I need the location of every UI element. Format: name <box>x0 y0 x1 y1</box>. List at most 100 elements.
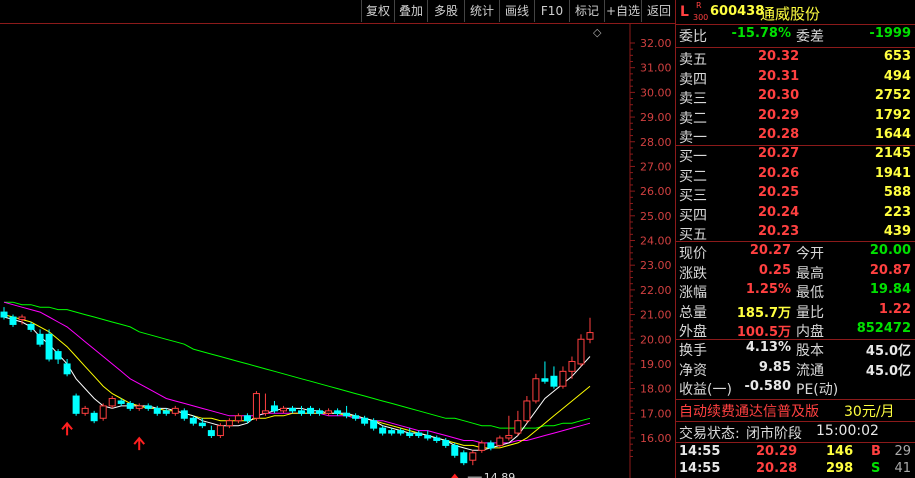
fund-label: PE(动) <box>796 382 839 399</box>
fund-value: 4.13% <box>745 340 791 355</box>
candle-body <box>307 407 315 414</box>
multi-stock-button[interactable]: 多股 <box>427 0 464 22</box>
y-tick-label: 29.00 <box>640 111 672 124</box>
diff-label: 委差 <box>796 29 824 45</box>
bid-row[interactable]: 买三 20.25 588 <box>676 185 915 205</box>
statistics-button[interactable]: 统计 <box>464 0 499 22</box>
quote-label: 最高 <box>796 265 824 282</box>
candle-body <box>433 437 441 441</box>
candle-body <box>90 412 98 422</box>
ask-volume: 494 <box>883 68 911 84</box>
candle-body <box>469 452 477 461</box>
ask-row[interactable]: 卖四 20.31 494 <box>676 69 915 89</box>
quote-row: 涨幅 1.25% 最低 19.84 <box>676 282 915 302</box>
candle-body <box>126 402 134 409</box>
candle-body <box>568 360 576 372</box>
tick-row: 14:55 20.28 298 S 41 <box>676 461 915 478</box>
y-tick-label: 32.00 <box>640 37 672 50</box>
candle-body <box>288 407 296 412</box>
candle-body <box>144 405 152 409</box>
tick-time: 14:55 <box>679 444 721 459</box>
bid-volume: 588 <box>883 185 911 201</box>
candle-body <box>298 410 306 414</box>
overlay-button[interactable]: 叠加 <box>394 0 427 22</box>
candle-body <box>424 435 432 439</box>
mark-button[interactable]: 标记 <box>569 0 604 22</box>
promo-text[interactable]: 自动续费通达信普及版 <box>679 401 819 421</box>
quote-value: 1.22 <box>878 301 911 317</box>
candle-body <box>361 417 369 424</box>
bid-row[interactable]: 买二 20.26 1941 <box>676 166 915 186</box>
candle-body <box>334 410 342 414</box>
candle-body <box>514 420 522 434</box>
candle-body <box>189 417 197 424</box>
bid-volume: 223 <box>883 204 911 220</box>
fund-row: 收益(一) -0.580 PE(动) <box>676 379 915 399</box>
index-tag: 300 <box>693 13 709 22</box>
fund-value: 45.0亿 <box>865 363 911 379</box>
quote-value: 852472 <box>856 321 911 337</box>
y-tick-label: 22.00 <box>640 284 672 297</box>
ask-label: 卖五 <box>679 52 707 68</box>
status-time: 15:00:02 <box>816 423 879 439</box>
candle-body <box>343 412 351 417</box>
draw-line-button[interactable]: 画线 <box>499 0 534 22</box>
ask-label: 卖四 <box>679 71 707 88</box>
bid-row[interactable]: 买一 20.27 2145 <box>676 146 915 166</box>
candle-body <box>225 420 233 427</box>
candle-body <box>9 316 17 325</box>
restore-rights-button[interactable]: 复权 <box>361 0 394 22</box>
buy-arrow-icon <box>133 436 145 451</box>
chart-toolbar: 复权 叠加 多股 统计 画线 F10 标记 +自选 返回 <box>0 0 675 24</box>
quote-label: 涨幅 <box>679 285 707 302</box>
ask-row[interactable]: 卖五 20.32 653 <box>676 49 915 69</box>
candle-body <box>541 378 549 382</box>
ask-label: 卖二 <box>679 110 707 127</box>
bid-label: 买四 <box>679 207 707 224</box>
ma20-line <box>3 301 591 444</box>
diamond-icon[interactable]: ◇ <box>593 26 601 39</box>
add-favorite-button[interactable]: +自选 <box>604 0 641 22</box>
promo-row[interactable]: 自动续费通达信普及版 30元/月 <box>676 401 915 421</box>
candle-body <box>198 422 206 427</box>
tick-time: 14:55 <box>679 461 721 476</box>
quote-value: 1.25% <box>745 282 791 298</box>
candle-body <box>325 410 333 414</box>
quote-value: 20.27 <box>749 243 791 258</box>
candle-body <box>279 407 287 412</box>
diff-value: -1999 <box>869 26 911 41</box>
candlestick-chart[interactable]: 32.00 31.00 30.00 29.00 28.00 27.00 26.00 25.00… <box>0 24 675 478</box>
y-tick-label: 23.00 <box>640 259 672 272</box>
candle-body <box>270 405 278 412</box>
ask-volume: 2752 <box>874 88 911 104</box>
candle-body <box>460 452 468 464</box>
promo-price[interactable]: 30元/月 <box>844 401 895 421</box>
bid-volume: 439 <box>883 224 911 240</box>
ask-row[interactable]: 卖三 20.30 2752 <box>676 88 915 108</box>
y-tick-label: 21.00 <box>640 309 672 322</box>
y-tick-label: 19.00 <box>640 358 672 371</box>
back-button[interactable]: 返回 <box>641 0 676 22</box>
divider <box>676 399 915 400</box>
ratio-label: 委比 <box>679 29 707 45</box>
candle-body <box>171 407 179 414</box>
bid-label: 买二 <box>679 168 707 185</box>
candle-body <box>54 351 62 360</box>
bid-price: 20.27 <box>758 146 800 161</box>
candle-body <box>352 415 360 419</box>
ask-row[interactable]: 卖二 20.29 1792 <box>676 108 915 128</box>
f10-button[interactable]: F10 <box>534 0 569 22</box>
bid-row[interactable]: 买四 20.24 223 <box>676 205 915 225</box>
ask-price: 20.32 <box>758 49 800 64</box>
y-tick-label: 27.00 <box>640 160 672 173</box>
candle-body <box>316 410 324 414</box>
bid-price: 20.25 <box>758 185 800 201</box>
candle-body <box>108 398 116 407</box>
y-tick-label: 17.00 <box>640 407 672 420</box>
candle-body <box>81 407 89 414</box>
candle-body <box>442 439 450 446</box>
bid-label: 买一 <box>679 149 707 165</box>
candle-body <box>370 420 378 429</box>
ask-price: 20.28 <box>758 127 800 143</box>
ma60-line <box>4 301 591 429</box>
